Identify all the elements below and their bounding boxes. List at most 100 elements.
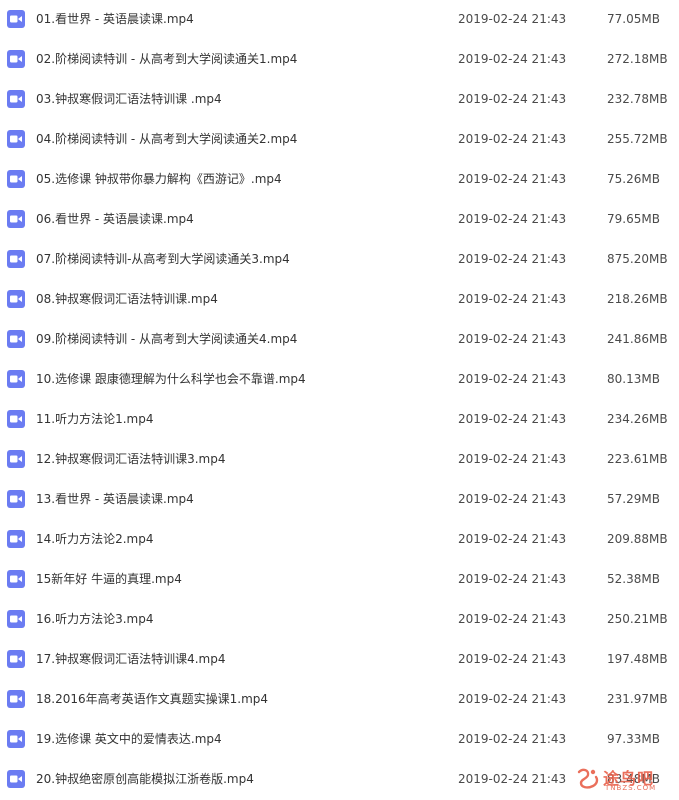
file-modified-time: 2019-02-24 21:43 — [458, 172, 567, 186]
file-row[interactable]: 11.听力方法论1.mp4 2019-02-24 21:43 234.26MB — [0, 400, 679, 440]
file-name[interactable]: 14.听力方法论2.mp4 — [36, 531, 153, 547]
video-camera-glyph — [10, 95, 22, 103]
file-name[interactable]: 03.钟叔寒假词汇语法特训课 .mp4 — [36, 91, 222, 107]
file-modified-time: 2019-02-24 21:43 — [458, 532, 567, 546]
tubaba-logo-icon — [577, 768, 599, 789]
file-row[interactable]: 19.选修课 英文中的爱情表达.mp4 2019-02-24 21:43 97.… — [0, 720, 679, 760]
video-camera-glyph — [10, 335, 22, 343]
video-file-icon — [7, 130, 25, 148]
file-name[interactable]: 04.阶梯阅读特训 - 从高考到大学阅读通关2.mp4 — [36, 131, 297, 147]
video-file-icon — [7, 450, 25, 468]
file-name[interactable]: 09.阶梯阅读特训 - 从高考到大学阅读通关4.mp4 — [36, 331, 297, 347]
file-modified-time: 2019-02-24 21:43 — [458, 492, 567, 506]
video-file-icon — [7, 50, 25, 68]
file-size: 234.26MB — [607, 412, 668, 426]
video-file-icon — [7, 170, 25, 188]
file-modified-time: 2019-02-24 21:43 — [458, 132, 567, 146]
file-name[interactable]: 10.选修课 跟康德理解为什么科学也会不靠谱.mp4 — [36, 371, 306, 387]
file-modified-time: 2019-02-24 21:43 — [458, 52, 567, 66]
file-size: 218.26MB — [607, 292, 668, 306]
file-row[interactable]: 17.钟叔寒假词汇语法特训课4.mp4 2019-02-24 21:43 197… — [0, 640, 679, 680]
file-row[interactable]: 12.钟叔寒假词汇语法特训课3.mp4 2019-02-24 21:43 223… — [0, 440, 679, 480]
video-camera-glyph — [10, 615, 22, 623]
file-row[interactable]: 10.选修课 跟康德理解为什么科学也会不靠谱.mp4 2019-02-24 21… — [0, 360, 679, 400]
video-file-icon — [7, 90, 25, 108]
file-modified-time: 2019-02-24 21:43 — [458, 652, 567, 666]
video-camera-glyph — [10, 175, 22, 183]
file-size: 272.18MB — [607, 52, 668, 66]
file-name[interactable]: 13.看世界 - 英语晨读课.mp4 — [36, 491, 194, 507]
video-camera-glyph — [10, 215, 22, 223]
file-row[interactable]: 07.阶梯阅读特训-从高考到大学阅读通关3.mp4 2019-02-24 21:… — [0, 240, 679, 280]
file-size: 197.48MB — [607, 652, 668, 666]
file-name[interactable]: 07.阶梯阅读特训-从高考到大学阅读通关3.mp4 — [36, 251, 290, 267]
file-name[interactable]: 11.听力方法论1.mp4 — [36, 411, 153, 427]
file-modified-time: 2019-02-24 21:43 — [458, 572, 567, 586]
file-modified-time: 2019-02-24 21:43 — [458, 732, 567, 746]
file-name[interactable]: 08.钟叔寒假词汇语法特训课.mp4 — [36, 291, 218, 307]
video-camera-glyph — [10, 255, 22, 263]
file-row[interactable]: 15新年好 牛逼的真理.mp4 2019-02-24 21:43 52.38MB — [0, 560, 679, 600]
file-modified-time: 2019-02-24 21:43 — [458, 452, 567, 466]
video-camera-glyph — [10, 535, 22, 543]
file-name[interactable]: 05.选修课 钟叔带你暴力解构《西游记》.mp4 — [36, 171, 282, 187]
video-file-icon — [7, 770, 25, 788]
file-size: 97.33MB — [607, 732, 660, 746]
file-modified-time: 2019-02-24 21:43 — [458, 612, 567, 626]
file-size: 223.61MB — [607, 452, 668, 466]
video-file-icon — [7, 490, 25, 508]
file-name[interactable]: 06.看世界 - 英语晨读课.mp4 — [36, 211, 194, 227]
file-list: 01.看世界 - 英语晨读课.mp4 2019-02-24 21:43 77.0… — [0, 0, 679, 800]
video-file-icon — [7, 290, 25, 308]
video-file-icon — [7, 650, 25, 668]
video-camera-glyph — [10, 655, 22, 663]
video-file-icon — [7, 10, 25, 28]
file-size: 79.65MB — [607, 212, 660, 226]
video-camera-glyph — [10, 15, 22, 23]
file-row[interactable]: 02.阶梯阅读特训 - 从高考到大学阅读通关1.mp4 2019-02-24 2… — [0, 40, 679, 80]
file-name[interactable]: 16.听力方法论3.mp4 — [36, 611, 153, 627]
file-size: 241.86MB — [607, 332, 668, 346]
file-name[interactable]: 12.钟叔寒假词汇语法特训课3.mp4 — [36, 451, 225, 467]
file-name[interactable]: 19.选修课 英文中的爱情表达.mp4 — [36, 731, 222, 747]
video-camera-glyph — [10, 455, 22, 463]
file-modified-time: 2019-02-24 21:43 — [458, 292, 567, 306]
file-name[interactable]: 17.钟叔寒假词汇语法特训课4.mp4 — [36, 651, 225, 667]
video-camera-glyph — [10, 295, 22, 303]
file-size: 250.21MB — [607, 612, 668, 626]
file-row[interactable]: 16.听力方法论3.mp4 2019-02-24 21:43 250.21MB — [0, 600, 679, 640]
file-name[interactable]: 18.2016年高考英语作文真题实操课1.mp4 — [36, 691, 268, 707]
file-modified-time: 2019-02-24 21:43 — [458, 372, 567, 386]
file-name[interactable]: 01.看世界 - 英语晨读课.mp4 — [36, 11, 194, 27]
file-row[interactable]: 06.看世界 - 英语晨读课.mp4 2019-02-24 21:43 79.6… — [0, 200, 679, 240]
file-row[interactable]: 03.钟叔寒假词汇语法特训课 .mp4 2019-02-24 21:43 232… — [0, 80, 679, 120]
file-row[interactable]: 13.看世界 - 英语晨读课.mp4 2019-02-24 21:43 57.2… — [0, 480, 679, 520]
video-file-icon — [7, 690, 25, 708]
watermark-subtext: TNBZS.COM — [605, 784, 657, 792]
file-row[interactable]: 04.阶梯阅读特训 - 从高考到大学阅读通关2.mp4 2019-02-24 2… — [0, 120, 679, 160]
video-camera-glyph — [10, 495, 22, 503]
file-row[interactable]: 08.钟叔寒假词汇语法特训课.mp4 2019-02-24 21:43 218.… — [0, 280, 679, 320]
file-row[interactable]: 14.听力方法论2.mp4 2019-02-24 21:43 209.88MB — [0, 520, 679, 560]
video-camera-glyph — [10, 695, 22, 703]
file-size: 52.38MB — [607, 572, 660, 586]
video-file-icon — [7, 210, 25, 228]
file-name[interactable]: 20.钟叔绝密原创高能模拟江浙卷版.mp4 — [36, 771, 254, 787]
file-modified-time: 2019-02-24 21:43 — [458, 92, 567, 106]
file-row[interactable]: 18.2016年高考英语作文真题实操课1.mp4 2019-02-24 21:4… — [0, 680, 679, 720]
video-file-icon — [7, 570, 25, 588]
file-name[interactable]: 02.阶梯阅读特训 - 从高考到大学阅读通关1.mp4 — [36, 51, 297, 67]
file-size: 255.72MB — [607, 132, 668, 146]
video-file-icon — [7, 330, 25, 348]
file-size: 57.29MB — [607, 492, 660, 506]
video-file-icon — [7, 610, 25, 628]
file-row[interactable]: 01.看世界 - 英语晨读课.mp4 2019-02-24 21:43 77.0… — [0, 0, 679, 40]
file-row[interactable]: 09.阶梯阅读特训 - 从高考到大学阅读通关4.mp4 2019-02-24 2… — [0, 320, 679, 360]
file-size: 80.13MB — [607, 372, 660, 386]
file-row[interactable]: 05.选修课 钟叔带你暴力解构《西游记》.mp4 2019-02-24 21:4… — [0, 160, 679, 200]
file-size: 231.97MB — [607, 692, 668, 706]
video-camera-glyph — [10, 575, 22, 583]
video-camera-glyph — [10, 415, 22, 423]
file-name[interactable]: 15新年好 牛逼的真理.mp4 — [36, 571, 182, 587]
video-camera-glyph — [10, 775, 22, 783]
